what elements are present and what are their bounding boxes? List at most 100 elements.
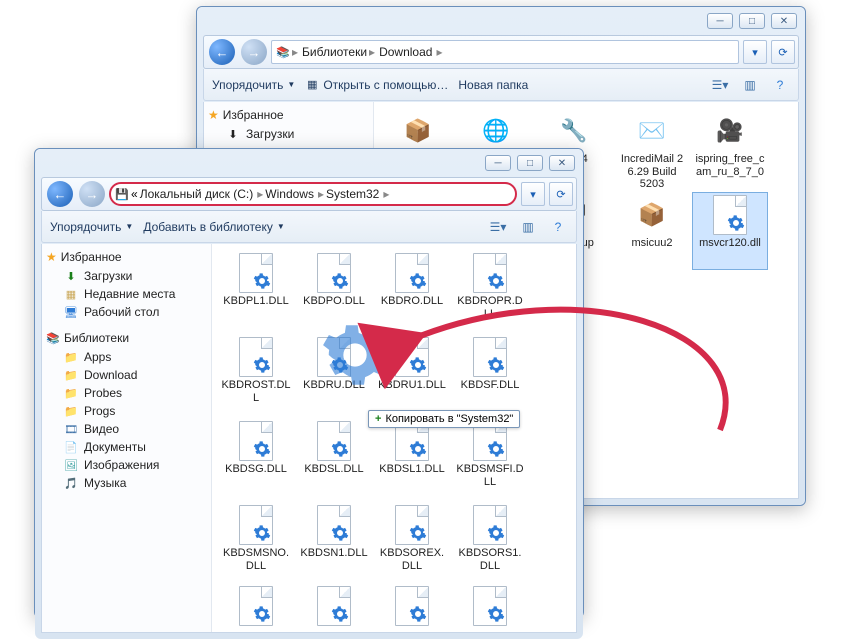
dll-file-icon (314, 337, 354, 377)
close-button[interactable]: ✕ (549, 155, 575, 171)
nav-item-label: Progs (84, 404, 115, 418)
drag-tooltip-text: Копировать в "System32" (385, 413, 513, 425)
file-name-label: KBDSF.DLL (461, 379, 520, 392)
file-item[interactable]: KBDRU1.DLL (374, 334, 450, 412)
refresh-button[interactable]: ⟳ (549, 182, 573, 206)
file-item[interactable]: KBDRU.DLL (296, 334, 372, 412)
drive-icon: 💾 (115, 187, 129, 201)
nav-favorites[interactable]: ★Избранное (46, 250, 207, 264)
new-folder-button[interactable]: Новая папка (458, 78, 528, 92)
library-icon: 📚 (46, 331, 60, 345)
file-item[interactable]: 🎥ispring_free_cam_ru_8_7_0 (692, 108, 768, 186)
dll-file-icon (314, 421, 354, 461)
file-item[interactable]: KBDSOREX.DLL (374, 502, 450, 580)
file-name-label: KBDSN1.DLL (300, 547, 367, 560)
app-icon: 📦 (398, 111, 438, 151)
file-name-label: IncrediMail 2 6.29 Build 5203 (617, 153, 687, 191)
back-button[interactable]: ← (47, 181, 73, 207)
nav-libraries[interactable]: 📚Библиотеки (46, 331, 207, 345)
nav-library-item[interactable]: 📁Download (46, 366, 207, 384)
organize-menu[interactable]: Упорядочить▼ (50, 220, 133, 234)
app-icon: 🔧 (554, 111, 594, 151)
file-item[interactable]: KBDSMSNO.DLL (218, 502, 294, 580)
preview-pane-button[interactable]: ▥ (740, 75, 760, 95)
back-button[interactable]: ← (209, 39, 235, 65)
folder-icon: 📁 (64, 368, 78, 382)
file-item[interactable]: KBDSL.DLL (296, 418, 372, 496)
nav-library-item[interactable]: 📁 Progs (46, 402, 207, 420)
minimize-button[interactable]: ─ (707, 13, 733, 29)
file-name-label: msicuu2 (632, 237, 673, 250)
file-item[interactable]: KBDSORS1.DLL (452, 502, 528, 580)
nav-library-item[interactable]: 📄Документы (46, 438, 207, 456)
file-item[interactable] (296, 586, 372, 626)
breadcrumb[interactable]: 📚 ▸Библиотеки ▸Download ▸ (271, 40, 739, 64)
dll-file-icon (473, 586, 507, 626)
organize-menu[interactable]: Упорядочить▼ (212, 78, 295, 92)
file-item[interactable]: KBDSG.DLL (218, 418, 294, 496)
file-item[interactable]: KBDPL1.DLL (218, 250, 294, 328)
file-item[interactable]: KBDPO.DLL (296, 250, 372, 328)
nav-desktop-link[interactable]: 🖥Рабочий стол (46, 303, 207, 321)
file-item[interactable] (218, 586, 294, 626)
file-name-label: KBDSL1.DLL (379, 463, 444, 476)
folder-icon: 🖼 (64, 458, 78, 472)
nav-downloads-link[interactable]: ⬇Загрузки (46, 267, 207, 285)
file-item[interactable]: KBDROPR.DLL (452, 250, 528, 328)
dll-file-icon (236, 505, 276, 545)
dll-file-icon (470, 337, 510, 377)
crumb-download[interactable]: Download (379, 45, 432, 59)
crumb-system32[interactable]: System32 (326, 187, 379, 201)
file-name-label: KBDPL1.DLL (223, 295, 288, 308)
breadcrumb[interactable]: 💾 « Локальный диск (C:) ▸ Windows ▸ Syst… (109, 182, 517, 206)
file-item[interactable]: KBDSL1.DLL (374, 418, 450, 496)
open-with-button[interactable]: ▦Открыть с помощью… (305, 78, 448, 92)
file-list[interactable]: KBDPL1.DLLKBDPO.DLLKBDRO.DLLKBDROPR.DLLK… (212, 244, 576, 632)
help-button[interactable]: ? (770, 75, 790, 95)
address-bar: ← → 💾 « Локальный диск (C:) ▸ Windows ▸ … (41, 177, 577, 211)
crumb-windows[interactable]: Windows (265, 187, 314, 201)
app-icon: 🌐 (476, 111, 516, 151)
view-options-button[interactable]: ☰▾ (488, 217, 508, 237)
file-item[interactable] (452, 586, 528, 626)
nav-downloads-link[interactable]: ⬇Загрузки (208, 125, 369, 143)
nav-library-item[interactable]: 📁Probes (46, 384, 207, 402)
add-to-library-menu[interactable]: Добавить в библиотеку▼ (143, 220, 284, 234)
help-button[interactable]: ? (548, 217, 568, 237)
crumb-libraries[interactable]: Библиотеки (302, 45, 367, 59)
folder-icon: 📁 (64, 404, 78, 418)
nav-favorites[interactable]: ★Избранное (208, 108, 369, 122)
view-options-button[interactable]: ☰▾ (710, 75, 730, 95)
file-item[interactable]: KBDSN1.DLL (296, 502, 372, 580)
file-item[interactable] (374, 586, 450, 626)
dll-file-icon (236, 421, 276, 461)
nav-library-item[interactable]: 🖼Изображения (46, 456, 207, 474)
app-icon: 🎥 (710, 111, 750, 151)
minimize-button[interactable]: ─ (485, 155, 511, 171)
close-button[interactable]: ✕ (771, 13, 797, 29)
file-name-label: KBDROST.DLL (221, 379, 291, 404)
forward-button[interactable]: → (79, 181, 105, 207)
nav-item-label: Музыка (84, 476, 126, 490)
preview-pane-button[interactable]: ▥ (518, 217, 538, 237)
nav-item-label: Документы (84, 440, 146, 454)
file-item[interactable]: KBDROST.DLL (218, 334, 294, 412)
folder-icon: 🎞 (64, 422, 78, 436)
history-dropdown[interactable]: ▾ (521, 182, 545, 206)
file-item[interactable]: ✉️IncrediMail 2 6.29 Build 5203 (614, 108, 690, 186)
nav-library-item[interactable]: 🎞Видео (46, 420, 207, 438)
history-dropdown[interactable]: ▾ (743, 40, 767, 64)
forward-button[interactable]: → (241, 39, 267, 65)
file-item[interactable]: KBDSMSFI.DLL (452, 418, 528, 496)
nav-library-item[interactable]: 🎵Музыка (46, 474, 207, 492)
nav-recent-link[interactable]: ▦Недавние места (46, 285, 207, 303)
refresh-button[interactable]: ⟳ (771, 40, 795, 64)
maximize-button[interactable]: □ (739, 13, 765, 29)
maximize-button[interactable]: □ (517, 155, 543, 171)
file-item[interactable]: KBDSF.DLL (452, 334, 528, 412)
file-item[interactable]: KBDRO.DLL (374, 250, 450, 328)
crumb-drive[interactable]: Локальный диск (C:) (140, 187, 254, 201)
file-item[interactable]: 📦msicuu2 (614, 192, 690, 270)
nav-library-item[interactable]: 📁Apps (46, 348, 207, 366)
file-item[interactable]: msvcr120.dll (692, 192, 768, 270)
